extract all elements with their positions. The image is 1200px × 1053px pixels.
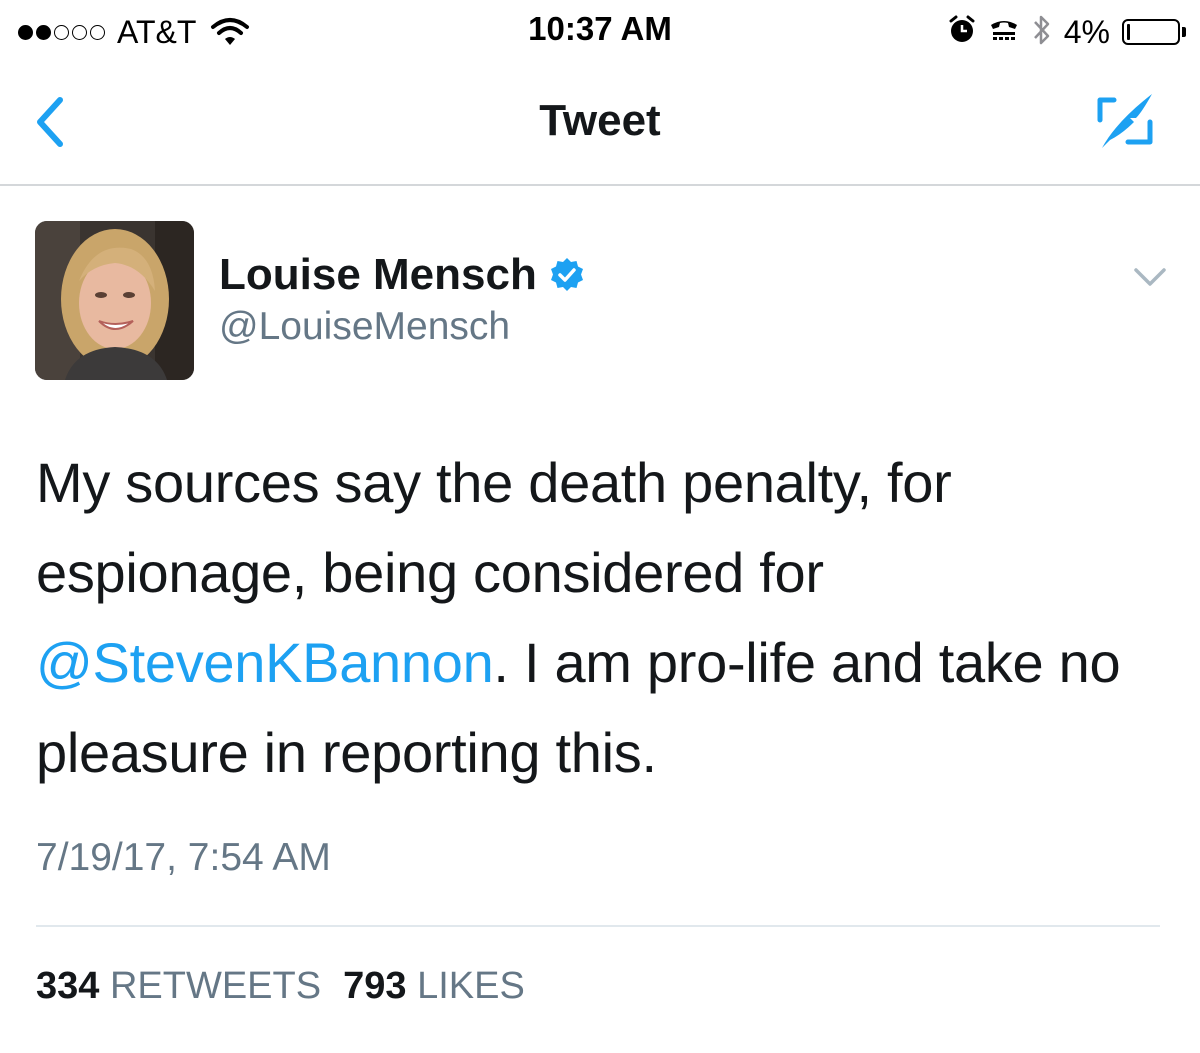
likes-stat[interactable]: 793 LIKES bbox=[343, 965, 525, 1008]
retweets-stat[interactable]: 334 RETWEETS bbox=[36, 965, 321, 1008]
chevron-down-icon bbox=[1134, 268, 1166, 286]
battery-percent: 4% bbox=[1063, 13, 1110, 50]
retweets-count: 334 bbox=[36, 965, 100, 1007]
tweet-text-part: My sources say the death penalty, for es… bbox=[36, 451, 952, 604]
battery-icon bbox=[1122, 19, 1186, 45]
status-right: 4% bbox=[948, 12, 1186, 52]
profile-photo bbox=[35, 221, 194, 380]
compose-tweet-button[interactable] bbox=[1090, 90, 1160, 154]
tweet-options-button[interactable] bbox=[1132, 262, 1168, 290]
retweets-label: RETWEETS bbox=[109, 965, 322, 1007]
tweet-timestamp: 7/19/17, 7:54 AM bbox=[36, 836, 331, 879]
divider bbox=[36, 925, 1160, 927]
mention-link[interactable]: @StevenKBannon bbox=[36, 631, 494, 694]
display-name-row[interactable]: Louise Mensch bbox=[219, 250, 585, 300]
verified-badge-icon bbox=[550, 258, 583, 291]
tweet-text: My sources say the death penalty, for es… bbox=[36, 438, 1166, 798]
likes-count: 793 bbox=[343, 965, 407, 1007]
likes-label: LIKES bbox=[417, 965, 525, 1007]
tty-icon bbox=[988, 17, 1020, 48]
user-handle[interactable]: @LouiseMensch bbox=[219, 305, 510, 349]
tweet-stats: 334 RETWEETS 793 LIKES bbox=[36, 965, 525, 1008]
status-bar: AT&T 10:37 AM 4% bbox=[0, 0, 1200, 62]
bluetooth-icon bbox=[1032, 12, 1052, 53]
page-title: Tweet bbox=[539, 96, 661, 145]
avatar[interactable] bbox=[35, 221, 194, 380]
nav-bar: Tweet bbox=[0, 62, 1200, 186]
alarm-icon bbox=[948, 15, 976, 50]
compose-icon bbox=[1097, 94, 1153, 148]
display-name: Louise Mensch bbox=[219, 250, 537, 299]
